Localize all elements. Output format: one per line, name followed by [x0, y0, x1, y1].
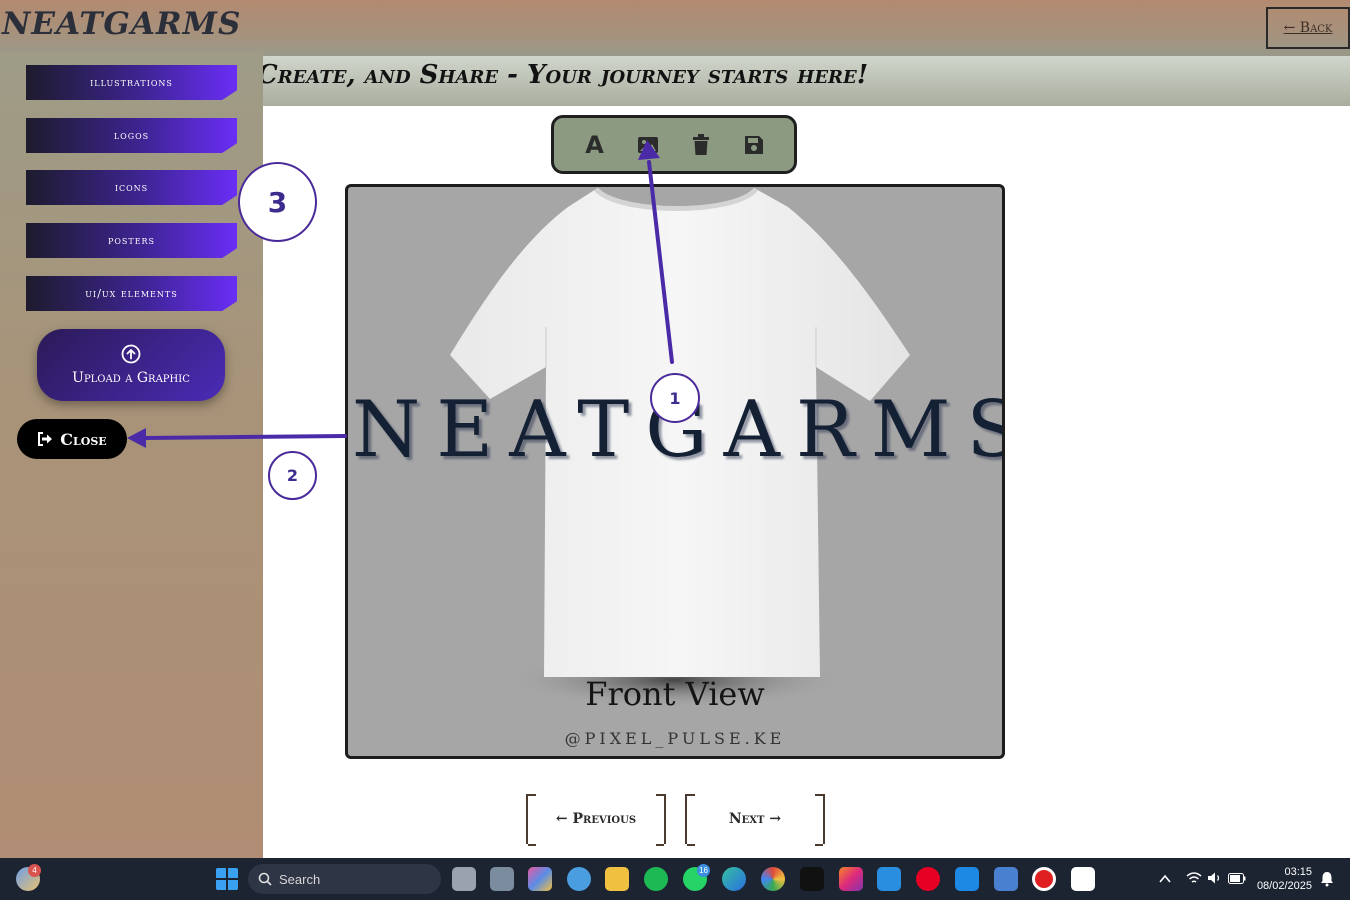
annotation-1: 1: [650, 373, 700, 423]
chevron-up-icon[interactable]: [1158, 872, 1172, 886]
clock-time: 03:15: [1284, 866, 1312, 878]
editor-toolbar: A: [551, 115, 797, 174]
next-button[interactable]: Next →: [685, 794, 825, 846]
upload-arrow-icon: [121, 344, 141, 364]
clock-date: 08/02/2025: [1256, 880, 1312, 892]
close-button[interactable]: Close: [17, 419, 127, 459]
store-icon[interactable]: [490, 867, 514, 891]
sidebar-item-logos[interactable]: logos: [26, 118, 237, 153]
taskbar-search[interactable]: Search: [248, 864, 441, 894]
system-clock[interactable]: 03:15 08/02/2025: [1252, 865, 1312, 893]
trash-icon: [692, 133, 709, 155]
save-tool-button[interactable]: [741, 132, 767, 158]
notification-bell-icon[interactable]: [1319, 871, 1335, 887]
image-icon: [637, 136, 658, 153]
back-button[interactable]: ← Back: [1266, 7, 1350, 49]
upload-graphic-label: Upload a Graphic: [72, 370, 190, 386]
tagline-banner: Create, and Share - Your journey starts …: [263, 56, 1350, 106]
close-label: Close: [60, 429, 107, 449]
battery-icon[interactable]: [1228, 873, 1246, 884]
spotify-icon[interactable]: [644, 867, 668, 891]
netflix-icon[interactable]: [800, 867, 824, 891]
upload-graphic-button[interactable]: Upload a Graphic: [37, 329, 225, 401]
save-icon: [744, 135, 763, 154]
taskbar: 4 Search 16 03:15 08/02/2025: [0, 858, 1350, 900]
search-placeholder: Search: [279, 871, 321, 887]
sidebar-item-posters[interactable]: posters: [26, 223, 237, 258]
instagram-icon[interactable]: [839, 867, 863, 891]
handle-label: @PIXEL_PULSE.KE: [564, 729, 786, 748]
search-icon: [258, 872, 272, 886]
chrome-icon[interactable]: [761, 867, 785, 891]
help-icon[interactable]: [567, 867, 591, 891]
recorder-icon[interactable]: [1032, 867, 1056, 891]
design-canvas[interactable]: NEATGARMS Front View @PIXEL_PULSE.KE: [345, 184, 1005, 759]
vscode-icon[interactable]: [955, 867, 979, 891]
image-tool-button[interactable]: [635, 132, 661, 158]
sidebar-item-icons[interactable]: icons: [26, 170, 237, 205]
previous-button[interactable]: ← Previous: [526, 794, 666, 846]
delete-tool-button[interactable]: [688, 132, 714, 158]
top-header: NEATGARMS ← Back: [0, 0, 1350, 56]
sidebar-item-illustrations[interactable]: illustrations: [26, 65, 237, 100]
sidebar-item-ui-ux-elements[interactable]: ui/ux elements: [26, 276, 237, 311]
edge-icon[interactable]: [722, 867, 746, 891]
weather-badge: 4: [28, 864, 41, 877]
task-view-icon[interactable]: [452, 867, 476, 891]
tagline-text: Create, and Share - Your journey starts …: [263, 60, 869, 90]
capcut-icon[interactable]: [1071, 867, 1095, 891]
annotation-2: 2: [268, 451, 317, 500]
myhp-icon[interactable]: [877, 867, 901, 891]
sign-out-icon: [38, 432, 53, 446]
whatsapp-badge: 16: [697, 864, 710, 877]
volume-icon[interactable]: [1207, 871, 1223, 885]
annotation-3: 3: [238, 162, 317, 242]
notepad-icon[interactable]: [994, 867, 1018, 891]
wifi-icon[interactable]: [1186, 871, 1202, 885]
copilot-icon[interactable]: [528, 867, 552, 891]
pinterest-icon[interactable]: [916, 867, 940, 891]
text-icon: A: [585, 130, 604, 159]
windows-start-icon[interactable]: [215, 867, 239, 891]
file-explorer-icon[interactable]: [605, 867, 629, 891]
view-label: Front View: [585, 675, 765, 713]
text-tool-button[interactable]: A: [582, 130, 608, 159]
brand-logo[interactable]: NEATGARMS: [2, 6, 241, 42]
